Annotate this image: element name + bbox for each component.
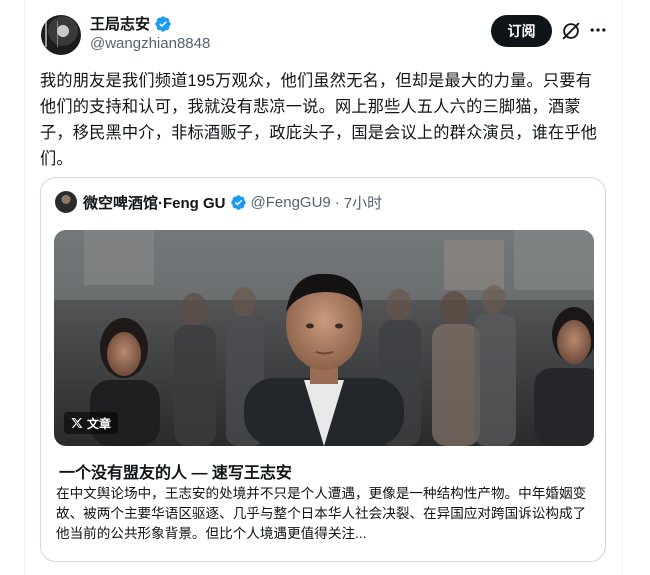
article-cover-image[interactable]: 文章 (54, 230, 594, 446)
author-avatar[interactable] (41, 15, 81, 55)
quoted-author-avatar[interactable] (55, 191, 77, 213)
quoted-tweet-header: 微空啤酒馆·Feng GU @FengGU9 · 7小时 (83, 192, 382, 213)
separator-dot: · (334, 194, 340, 211)
subscribe-button[interactable]: 订阅 (491, 15, 552, 47)
author-display-name[interactable]: 王局志安 (90, 13, 150, 34)
quoted-author-handle[interactable]: @FengGU9 (251, 194, 331, 211)
grok-icon[interactable] (560, 20, 582, 42)
article-badge-label: 文章 (87, 416, 112, 431)
verified-badge-icon (230, 194, 247, 211)
article-excerpt: 在中文舆论场中，王志安的处境并不只是个人遭遇，更像是一种结构性产物。中年婚姻变故… (56, 486, 587, 541)
crowd-photo (54, 230, 594, 446)
x-logo-icon (71, 418, 83, 428)
verified-badge-icon (154, 15, 172, 33)
quoted-tweet-card[interactable]: 微空啤酒馆·Feng GU @FengGU9 · 7小时 文章 一个没有盟友的人… (40, 177, 606, 562)
article-badge: 文章 (64, 412, 119, 434)
quoted-timestamp[interactable]: 7小时 (344, 192, 382, 213)
article-title[interactable]: 一个没有盟友的人 — 速写王志安 (59, 459, 292, 483)
quoted-author-name[interactable]: 微空啤酒馆·Feng GU (83, 192, 226, 213)
author-handle[interactable]: @wangzhian8848 (90, 35, 210, 52)
author-name-row: 王局志安 (90, 13, 172, 34)
tweet-text: 我的朋友是我们频道195万观众，他们虽然无名，但却是最大的力量。只要有他们的支持… (40, 72, 598, 168)
more-options-icon[interactable] (588, 20, 608, 40)
